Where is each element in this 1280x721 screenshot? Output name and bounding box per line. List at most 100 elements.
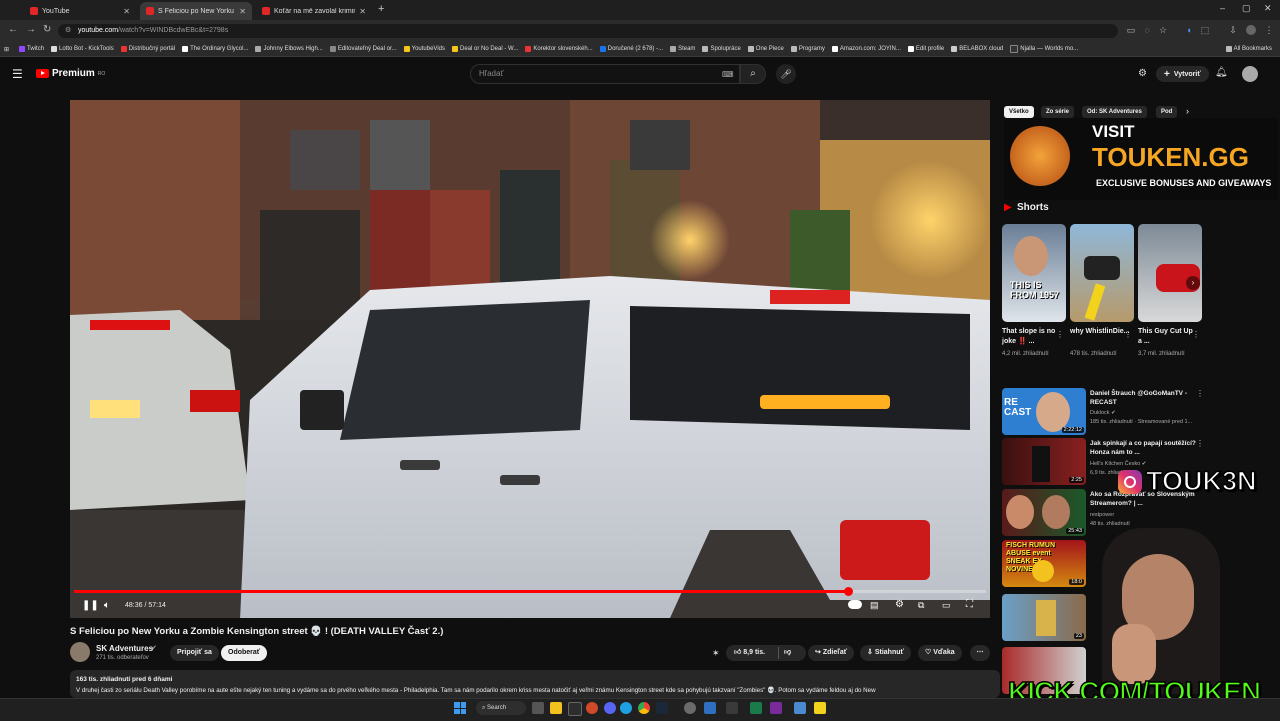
bookmark-item[interactable]: Editovateľný Deal or...	[329, 46, 397, 52]
new-tab-plus-icon[interactable]: +	[378, 3, 384, 15]
recommended-title[interactable]: Jak spinkají a co papají soutěžící? Honz…	[1090, 439, 1198, 457]
cast-icon[interactable]: ▭	[1126, 25, 1136, 35]
recommended-thumbnail[interactable]: 2:25	[1002, 438, 1086, 485]
extension-icon[interactable]: ◖	[1184, 25, 1194, 35]
bookmark-item[interactable]: Edit profile	[907, 46, 944, 52]
recommended-thumbnail[interactable]: RE CAST 2:22:12	[1002, 388, 1086, 435]
forward-arrow-icon[interactable]: →	[26, 24, 36, 35]
all-bookmarks[interactable]: All Bookmarks	[1225, 46, 1272, 52]
bookmark-item[interactable]: Korektor slovenskéh...	[525, 46, 593, 52]
effects-icon[interactable]: ✶	[712, 648, 720, 659]
extensions-puzzle-icon[interactable]: ⬚	[1200, 25, 1210, 35]
short-more-icon[interactable]: ⋮	[1192, 330, 1200, 339]
app-icon[interactable]	[684, 702, 696, 714]
autoplay-toggle[interactable]	[848, 600, 862, 609]
short-title[interactable]: why WhistlinDie...	[1070, 327, 1130, 337]
site-info-icon[interactable]: ⚙	[65, 24, 71, 38]
minimize-icon[interactable]: –	[1220, 3, 1225, 13]
app-icon[interactable]	[586, 702, 598, 714]
file-explorer-icon[interactable]	[550, 702, 562, 714]
browser-tab-youtube[interactable]: YouTube ✕	[24, 2, 136, 20]
bookmark-item[interactable]: Johnny Elbows High...	[255, 46, 323, 52]
reload-icon[interactable]: ↻	[43, 24, 51, 35]
short-thumbnail[interactable]: ›	[1138, 224, 1202, 322]
bookmark-item[interactable]: Njalla — Worlds mo...	[1010, 45, 1078, 53]
bookmark-item[interactable]: BELABOX cloud	[951, 46, 1003, 52]
bookmark-item[interactable]: Amazon.com: JOYIN...	[831, 46, 901, 52]
edge-icon[interactable]	[620, 702, 632, 714]
bookmark-item[interactable]: The Ordinary Glycol...	[182, 46, 248, 52]
short-thumbnail[interactable]	[1070, 224, 1134, 322]
close-tab-icon[interactable]: ✕	[359, 7, 366, 16]
more-actions-icon[interactable]: ⋯	[970, 645, 990, 661]
chrome-icon[interactable]	[638, 702, 650, 714]
voice-search-mic-icon[interactable]: 🎤︎	[776, 64, 796, 84]
bookmark-folder[interactable]: One Piece	[747, 46, 784, 52]
recommended-title[interactable]: Daniel Štrauch @GoGoManTV - RECAST	[1090, 389, 1198, 407]
recommended-thumbnail[interactable]: 23	[1002, 594, 1086, 641]
short-thumbnail[interactable]: THIS IS FROM 1957	[1002, 224, 1066, 322]
chip-all[interactable]: Všetko	[1004, 106, 1034, 118]
fullscreen-icon[interactable]: ⛶	[966, 599, 973, 610]
miniplayer-icon[interactable]: ⧉	[918, 600, 924, 611]
youtube-logo[interactable]: Premium RO	[36, 68, 105, 79]
recommended-thumbnail[interactable]: FISCH RUMUN ABUSE event SNEAK EX NOVINEK…	[1002, 540, 1086, 587]
close-tab-icon[interactable]: ✕	[123, 7, 130, 16]
dislike-button[interactable]: 👎︎	[784, 645, 791, 661]
windows-start-icon[interactable]	[454, 702, 466, 714]
progress-bar[interactable]	[74, 587, 986, 596]
recommended-channel[interactable]: restpower	[1090, 511, 1210, 519]
description-box[interactable]: 163 tis. zhliadnutí pred 6 dňami V druhe…	[70, 670, 1000, 698]
notifications-bell-icon[interactable]: 🔔︎	[1215, 67, 1228, 78]
share-button[interactable]: ↪ Zdieľať	[808, 645, 855, 661]
bookmark-star-icon[interactable]: ☆	[1158, 25, 1168, 35]
download-button[interactable]: ⇩ Stiahnuť	[860, 645, 911, 661]
short-more-icon[interactable]: ⋮	[1124, 330, 1132, 339]
bookmark-item[interactable]: Steam	[670, 46, 695, 52]
app-icon[interactable]	[794, 702, 806, 714]
cast-settings-icon[interactable]: ⚙	[1138, 68, 1147, 79]
video-more-icon[interactable]: ⋮	[1196, 439, 1204, 448]
browser-menu-icon[interactable]: ⋮	[1264, 25, 1274, 35]
chip-more[interactable]: Pod	[1156, 106, 1178, 118]
recommended-channel[interactable]: Duklock ✔	[1090, 409, 1210, 417]
theater-mode-icon[interactable]: ▭	[942, 600, 951, 611]
video-more-icon[interactable]: ⋮	[1196, 389, 1204, 398]
address-bar[interactable]: ⚙ youtube.com/watch?v=WINDBcdwEBc&t=2798…	[58, 24, 1118, 38]
bookmark-item[interactable]: YoutubeVids	[403, 46, 445, 52]
short-more-icon[interactable]: ⋮	[1056, 330, 1064, 339]
search-input[interactable]: Hľadať	[470, 64, 740, 84]
discord-icon[interactable]	[604, 702, 616, 714]
keyboard-icon[interactable]: ⌨	[722, 70, 734, 79]
browser-tab-kotar[interactable]: Koťár na mě zavolal kriminálku ✕	[256, 2, 372, 20]
settings-gear-icon[interactable]: ⚙	[895, 599, 904, 610]
hide-icon[interactable]: ◌	[1142, 25, 1152, 35]
short-title[interactable]: That slope is no joke ‼️ ...	[1002, 327, 1062, 347]
app-icon[interactable]	[704, 702, 716, 714]
steam-icon[interactable]	[656, 702, 668, 714]
apps-grid-icon[interactable]: ⊞	[4, 46, 9, 53]
profile-avatar[interactable]	[1246, 25, 1256, 35]
app-icon[interactable]	[814, 702, 826, 714]
create-button[interactable]: + Vytvoriť	[1156, 66, 1209, 82]
chip-from-series[interactable]: Zo série	[1041, 106, 1075, 118]
app-icon[interactable]	[750, 702, 762, 714]
subtitles-icon[interactable]: ▤	[870, 600, 879, 611]
app-icon[interactable]	[726, 702, 738, 714]
unsubscribe-button[interactable]: Odoberať	[221, 645, 268, 661]
chip-from-channel[interactable]: Od: SK Adventures	[1082, 106, 1147, 118]
bookmark-item[interactable]: Lotto Bot - KickTools	[51, 46, 114, 52]
search-button[interactable]: ⌕	[740, 64, 766, 84]
close-window-icon[interactable]: ✕	[1264, 3, 1272, 14]
recommended-thumbnail[interactable]: 25:43	[1002, 489, 1086, 536]
pause-icon[interactable]: ❚❚	[82, 600, 99, 611]
bookmark-folder[interactable]: Programy	[790, 46, 825, 52]
app-icon[interactable]	[770, 702, 782, 714]
bookmark-item[interactable]: Deal or No Deal - W...	[452, 46, 518, 52]
like-button[interactable]: 👍︎ 8,9 tis.	[734, 645, 765, 661]
thanks-button[interactable]: ♡ Vďaka	[918, 645, 962, 661]
channel-avatar[interactable]	[70, 642, 90, 662]
short-title[interactable]: This Guy Cut Up a ...	[1138, 327, 1198, 347]
back-arrow-icon[interactable]: ←	[8, 24, 18, 35]
join-button[interactable]: Pripojiť sa	[170, 645, 219, 661]
